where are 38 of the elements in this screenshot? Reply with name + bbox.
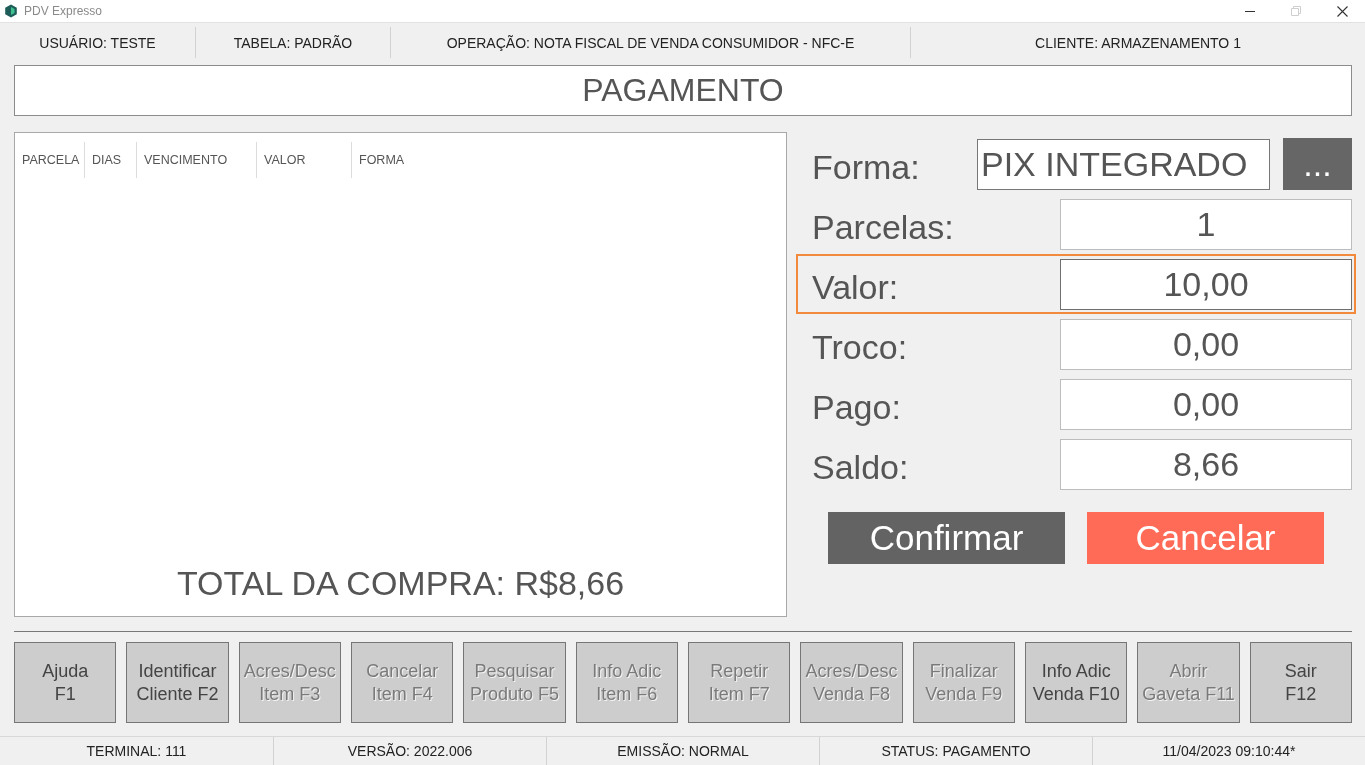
function-key-button[interactable]: Identificar Cliente F2 <box>126 642 229 723</box>
amount-field[interactable]: 0,00 <box>1060 318 1352 370</box>
status-item: STATUS: PAGAMENTO <box>881 743 1031 759</box>
browse-button[interactable]: ... <box>1283 138 1352 190</box>
field-label: Valor: <box>812 266 899 307</box>
minimize-icon[interactable] <box>1245 10 1255 12</box>
window-title: PDV Expresso <box>24 4 103 18</box>
purchase-total: TOTAL DA COMPRA: R$8,66 <box>176 564 625 602</box>
amount-field[interactable]: 1 <box>1060 198 1352 250</box>
payment-method-field[interactable]: PIX INTEGRADO <box>977 138 1270 190</box>
status-item: 11/04/2023 09:10:44* <box>1162 743 1296 759</box>
header-info: TABELA: PADRÃO <box>233 34 353 51</box>
amount-field[interactable]: 10,00 <box>1060 258 1352 310</box>
column-header: VENCIMENTO <box>136 142 256 178</box>
field-label: Pago: <box>812 386 901 427</box>
header-info: USUÁRIO: TESTE <box>39 34 156 51</box>
confirm-button[interactable]: Confirmar <box>828 512 1065 564</box>
function-key-button[interactable]: Ajuda F1 <box>14 642 117 723</box>
amount-field[interactable]: 8,66 <box>1060 438 1352 490</box>
status-item: EMISSÃO: NORMAL <box>617 743 749 759</box>
field-label: Saldo: <box>812 446 909 487</box>
column-header: PARCELA <box>21 152 81 169</box>
app-logo-icon <box>4 4 18 18</box>
amount-field[interactable]: 0,00 <box>1060 378 1352 430</box>
page-title: PAGAMENTO <box>14 65 1352 116</box>
column-header: FORMA <box>351 142 451 178</box>
field-label: Forma: <box>812 146 920 187</box>
close-icon[interactable] <box>1336 5 1348 17</box>
function-key-button[interactable]: Info Adic Venda F10 <box>1025 642 1128 723</box>
function-key-button[interactable]: Sair F12 <box>1249 642 1352 723</box>
status-item: TERMINAL: 111 <box>86 743 187 759</box>
header-info: CLIENTE: ARMAZENAMENTO 1 <box>1035 34 1241 51</box>
field-label: Troco: <box>812 326 908 367</box>
field-label: Parcelas: <box>812 206 954 247</box>
header-info: OPERAÇÃO: NOTA FISCAL DE VENDA CONSUMIDOR - NFC-E <box>446 34 855 51</box>
column-header: DIAS <box>84 142 136 178</box>
column-header: VALOR <box>256 142 351 178</box>
status-item: VERSÃO: 2022.006 <box>347 743 473 759</box>
